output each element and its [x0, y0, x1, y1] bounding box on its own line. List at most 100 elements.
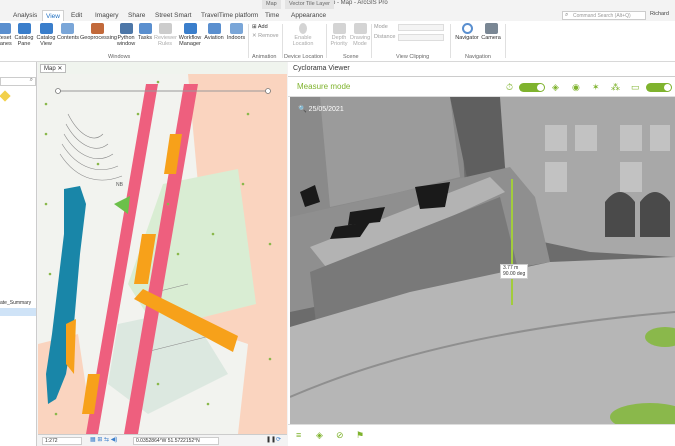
navigator-button[interactable]: Navigator — [454, 23, 480, 41]
menu-icon[interactable]: ≡ — [296, 430, 301, 440]
navigator-icon — [461, 23, 473, 34]
tab-traveltime[interactable]: TravelTime platform — [198, 10, 261, 21]
contents-pane: ⌕ ate_Summary — [0, 62, 37, 446]
group-windows-label: Windows — [108, 54, 131, 60]
ribbon-separator — [248, 24, 249, 58]
contents-icon — [60, 23, 74, 34]
tab-appearance[interactable]: Appearance — [288, 10, 329, 21]
python-window-button[interactable]: Python window — [116, 23, 136, 47]
catalog-pane-icon — [17, 23, 31, 34]
mode-select[interactable] — [398, 24, 444, 31]
cyclorama-bottom-toolbar: ≡ ◈ ⊘ ⚑ — [288, 424, 675, 446]
layers-icon[interactable]: ◈ — [552, 82, 559, 93]
ribbon-separator — [505, 24, 506, 58]
contents-selected-row[interactable] — [0, 308, 36, 316]
pencil-icon[interactable] — [0, 90, 11, 102]
ribbon-separator — [326, 24, 327, 58]
time-slider-handle[interactable] — [55, 88, 61, 94]
aviation-button[interactable]: Aviation — [204, 23, 224, 41]
search-icon: ⌕ — [565, 12, 569, 18]
measure-mode-label: Measure mode — [297, 82, 351, 91]
time-slider-handle[interactable] — [265, 88, 271, 94]
command-search-input[interactable]: ⌕ Command Search (Alt+Q) — [562, 11, 646, 20]
group-animation-label: Animation — [252, 54, 277, 60]
cyclorama-title: Cyclorama Viewer — [288, 62, 675, 77]
map-view-tab[interactable]: Map ✕ — [40, 64, 67, 73]
context-group-map: Map — [262, 0, 281, 9]
group-device-location-label: Device Location — [284, 54, 324, 60]
scale-select[interactable]: 1:272 — [42, 437, 82, 445]
reset-panes-button[interactable]: Reset Panes — [0, 23, 12, 47]
tab-edit[interactable]: Edit — [68, 10, 85, 21]
network-icon[interactable]: ⁂ — [611, 82, 620, 93]
star-icon[interactable]: ✶ — [592, 82, 600, 93]
search-icon: ⌕ — [29, 77, 33, 83]
contents-button[interactable]: Contents — [57, 23, 79, 41]
map-tools-icon[interactable]: ▦ ⊞ ⇆ ◀) — [90, 436, 117, 443]
tab-analysis[interactable]: Analysis — [10, 10, 40, 21]
coordinate-readout: 0.0352864°W 51.5722152°N — [133, 437, 219, 445]
animation-add-button[interactable]: ⊞ Add — [252, 24, 268, 30]
overlay-toggle[interactable] — [519, 83, 545, 92]
context-group-vector-tile: Vector Tile Layer — [285, 0, 334, 9]
panorama-canvas[interactable] — [290, 97, 675, 427]
reviewer-rules-button[interactable]: Reviewer Rules — [154, 23, 177, 47]
drawing-mode-button[interactable]: Drawing Mode — [350, 23, 370, 47]
enable-location-button[interactable]: Enable Location — [287, 23, 319, 47]
contents-search-input[interactable]: ⌕ — [0, 77, 36, 86]
mode-label: Mode — [374, 24, 388, 30]
refresh-icon[interactable]: ⟳ — [276, 436, 281, 443]
hide-icon[interactable]: ⊘ — [336, 430, 344, 441]
measure-target-icon[interactable]: ◉ — [572, 82, 580, 93]
tab-share[interactable]: Share — [125, 10, 148, 21]
viewport-icon[interactable]: ▭ — [631, 82, 640, 93]
camera-button[interactable]: Camera — [481, 23, 501, 41]
catalog-view-icon — [39, 23, 53, 34]
workflow-icon — [183, 23, 197, 34]
flag-icon[interactable]: ⚑ — [356, 430, 364, 441]
tab-imagery[interactable]: Imagery — [92, 10, 121, 21]
search-placeholder: Command Search (Alt+Q) — [573, 13, 631, 19]
pause-icon[interactable]: ❚❚ — [266, 436, 276, 443]
reset-panes-icon — [0, 23, 11, 34]
map-canvas[interactable]: NB — [38, 74, 287, 434]
distance-input[interactable] — [398, 34, 444, 41]
title-bar: CycloMedia demo - Map - ArcGIS Pro Map V… — [0, 0, 675, 9]
ribbon-separator — [282, 24, 283, 58]
timer-icon[interactable]: ⏱ — [506, 82, 513, 93]
recording-date: 🔍 25/05/2021 — [298, 106, 344, 113]
workflow-manager-button[interactable]: Workflow Manager — [177, 23, 203, 47]
group-navigation-label: Navigation — [465, 54, 491, 60]
animation-remove-button[interactable]: ✕ Remove — [252, 33, 279, 39]
camera-icon — [484, 23, 498, 34]
ribbon: Reset Panes Catalog Pane Catalog View Co… — [0, 21, 675, 62]
geoprocessing-button[interactable]: Geoprocessing — [80, 23, 117, 41]
map-status-bar: 1:272 ▦ ⊞ ⇆ ◀) 0.0352864°W 51.5722152°N … — [38, 434, 287, 446]
drawing-mode-icon — [353, 23, 367, 34]
tab-view[interactable]: View — [42, 10, 64, 21]
tasks-button[interactable]: Tasks — [138, 23, 152, 41]
indoors-icon — [229, 23, 243, 34]
toolbox-icon — [90, 23, 104, 34]
depth-priority-icon — [332, 23, 346, 34]
reviewer-rules-icon — [158, 23, 172, 34]
tab-time[interactable]: Time — [262, 10, 282, 21]
location-pin-icon — [299, 23, 307, 34]
tab-street-smart[interactable]: Street Smart — [152, 10, 194, 21]
group-view-clipping-label: View Clipping — [396, 54, 430, 60]
cyclorama-toolbar: Measure mode ⏱ ◈ ◉ ✶ ⁂ ▭ — [288, 77, 675, 97]
indoors-button[interactable]: Indoors — [226, 23, 246, 41]
cyclorama-viewer-pane: Cyclorama Viewer Measure mode ⏱ ◈ ◉ ✶ ⁂ … — [288, 62, 675, 446]
user-name[interactable]: Richard — [650, 11, 669, 17]
viewer-toggle[interactable] — [646, 83, 672, 92]
depth-priority-button[interactable]: Depth Priority — [329, 23, 349, 47]
distance-label: Distance — [374, 34, 396, 40]
catalog-pane-button[interactable]: Catalog Pane — [14, 23, 34, 47]
map-pane: Map ✕ NB 1:272 ▦ ⊞ ⇆ ◀) 0.0352864°W 51.5… — [38, 62, 287, 446]
measurement-angle: 90.00 deg — [503, 270, 526, 277]
layers-icon[interactable]: ◈ — [316, 430, 323, 441]
ribbon-separator — [371, 24, 372, 58]
contents-layer-item[interactable]: ate_Summary — [0, 300, 31, 306]
panorama-image[interactable]: 🔍 25/05/2021 3.77 m 90.00 deg — [290, 97, 675, 427]
catalog-view-button[interactable]: Catalog View — [36, 23, 56, 47]
